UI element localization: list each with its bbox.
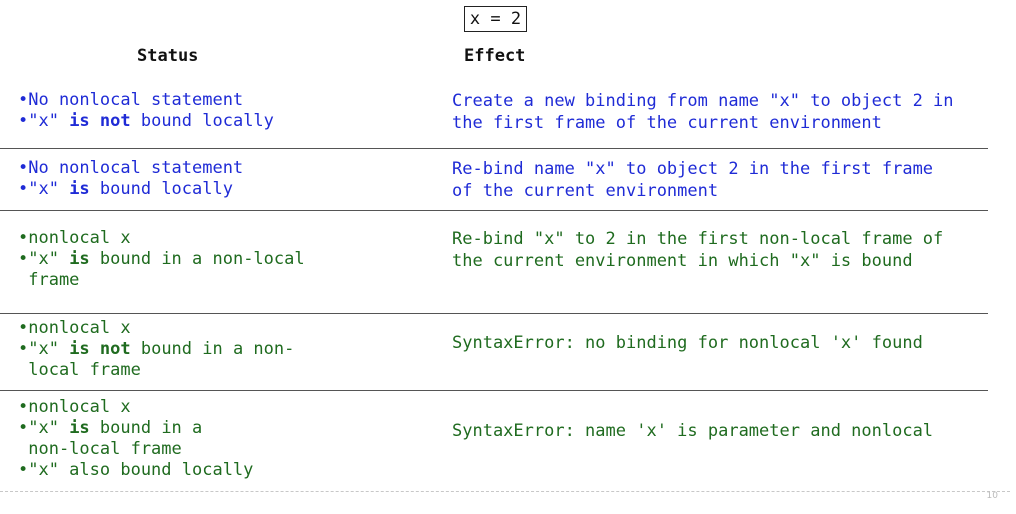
row-divider [0, 313, 988, 314]
row-4-effect-line-1: SyntaxError: no binding for nonlocal 'x'… [452, 333, 923, 353]
row-1-status-line-1: •No nonlocal statement [18, 90, 244, 110]
status-header: Status [137, 46, 199, 66]
row-divider [0, 210, 988, 211]
row-3-effect-line-1: Re-bind "x" to 2 in the first non-local … [452, 229, 944, 249]
row-5-status: •nonlocal x •"x" is bound in a non-local… [18, 397, 438, 481]
row-1-effect-line-1: Create a new binding from name "x" to ob… [452, 91, 954, 111]
row-3-status-line-1: •nonlocal x [18, 228, 131, 248]
row-2-effect-line-1: Re-bind name "x" to object 2 in the firs… [452, 159, 934, 179]
row-3-effect-line-2: the current environment in which "x" is … [452, 251, 913, 271]
row-1-effect: Create a new binding from name "x" to ob… [452, 90, 997, 134]
row-4-status-line-2: •"x" is not bound in a non- [18, 339, 295, 359]
row-5-status-line-4: •"x" also bound locally [18, 460, 254, 480]
row-5-effect: SyntaxError: name 'x' is parameter and n… [452, 420, 997, 442]
row-5-status-line-3: non-local frame [18, 439, 182, 459]
row-2-status-line-1: •No nonlocal statement [18, 158, 244, 178]
row-4-status-line-3: local frame [18, 360, 141, 380]
row-divider [0, 148, 988, 149]
row-1-status: •No nonlocal statement •"x" is not bound… [18, 90, 438, 132]
row-3-status: •nonlocal x •"x" is bound in a non-local… [18, 228, 438, 291]
row-3-status-line-3: frame [18, 270, 80, 290]
footer-divider [0, 491, 1010, 492]
row-5-status-line-1: •nonlocal x [18, 397, 131, 417]
effect-header: Effect [464, 46, 526, 66]
code-statement: x = 2 [464, 6, 527, 32]
page-number: 10 [986, 491, 998, 501]
row-2-status: •No nonlocal statement •"x" is bound loc… [18, 158, 438, 200]
row-2-effect-line-2: of the current environment [452, 181, 719, 201]
row-5-effect-line-1: SyntaxError: name 'x' is parameter and n… [452, 421, 934, 441]
row-3-effect: Re-bind "x" to 2 in the first non-local … [452, 228, 997, 272]
row-4-effect: SyntaxError: no binding for nonlocal 'x'… [452, 332, 997, 354]
row-2-effect: Re-bind name "x" to object 2 in the firs… [452, 158, 997, 202]
row-divider [0, 390, 988, 391]
row-5-status-line-2: •"x" is bound in a [18, 418, 203, 438]
row-1-status-line-2: •"x" is not bound locally [18, 111, 274, 131]
row-4-status-line-1: •nonlocal x [18, 318, 131, 338]
row-3-status-line-2: •"x" is bound in a non-local [18, 249, 305, 269]
row-1-effect-line-2: the first frame of the current environme… [452, 113, 882, 133]
row-4-status: •nonlocal x •"x" is not bound in a non- … [18, 318, 438, 381]
row-2-status-line-2: •"x" is bound locally [18, 179, 233, 199]
